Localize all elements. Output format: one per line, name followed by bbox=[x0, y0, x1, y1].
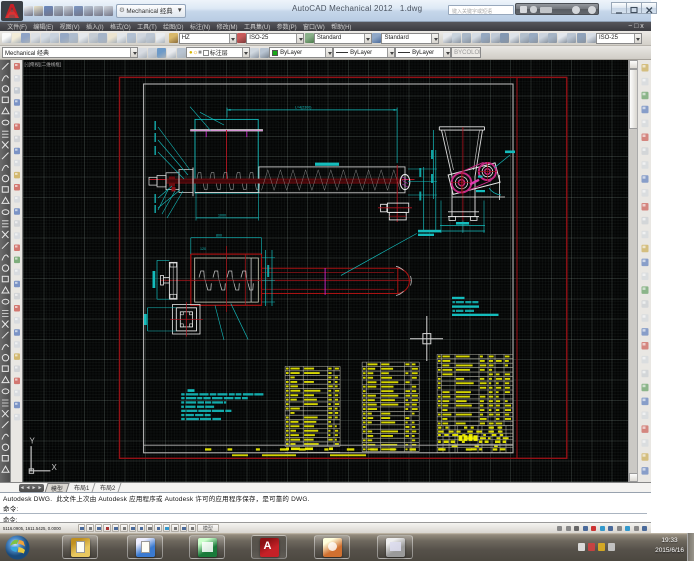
svg-text:120: 120 bbox=[200, 247, 206, 251]
svg-text:1000: 1000 bbox=[218, 214, 226, 218]
svg-text:[-][俺视][二维线框]: [-][俺视][二维线框] bbox=[25, 61, 62, 68]
svg-text:800: 800 bbox=[216, 234, 222, 238]
svg-text:Y: Y bbox=[30, 437, 36, 446]
svg-text:L=4(2300): L=4(2300) bbox=[295, 106, 311, 110]
svg-text:X: X bbox=[52, 463, 58, 472]
